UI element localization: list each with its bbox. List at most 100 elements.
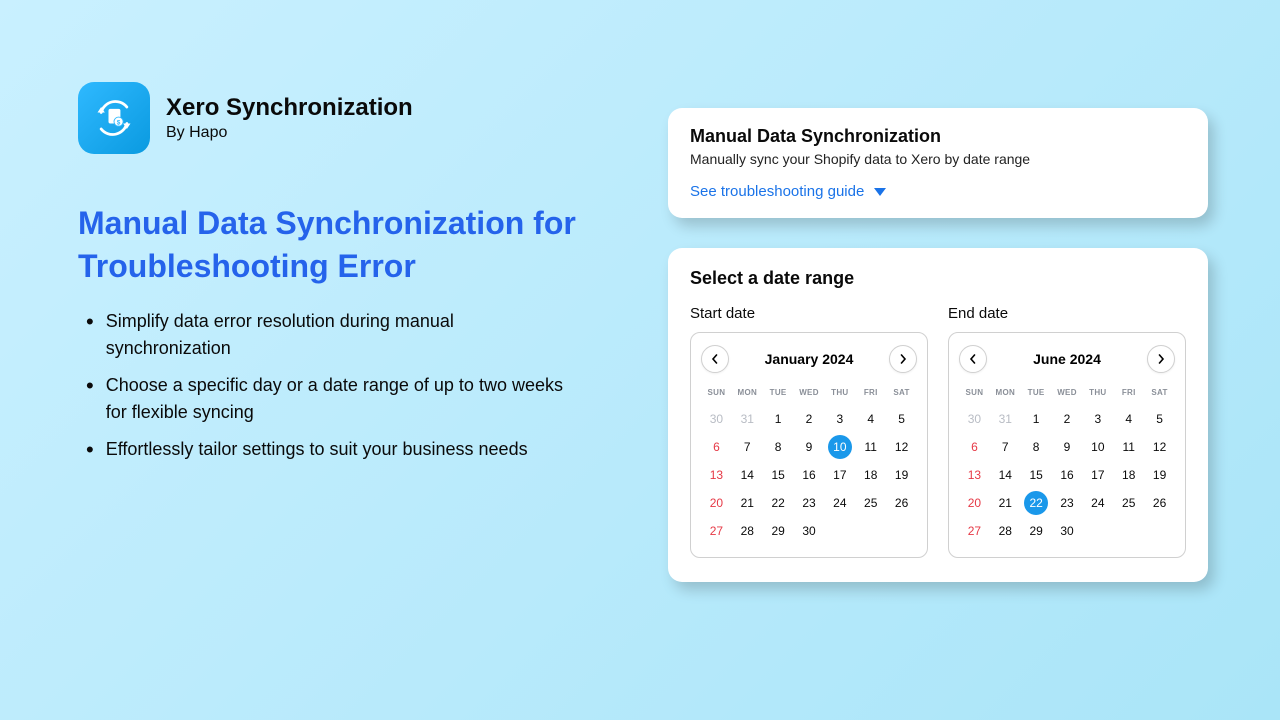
calendar-day[interactable]: 25 — [855, 489, 886, 517]
calendar-day[interactable]: 20 — [701, 489, 732, 517]
app-byline: By Hapo — [166, 124, 413, 142]
calendar-day[interactable]: 14 — [990, 461, 1021, 489]
chevron-right-icon — [898, 354, 908, 364]
feature-bullets: Simplify data error resolution during ma… — [78, 308, 578, 465]
end-date-label: End date — [948, 305, 1186, 322]
calendar-day[interactable]: 22 — [763, 489, 794, 517]
calendar-day[interactable]: 29 — [763, 517, 794, 545]
calendar-day[interactable]: 10 — [824, 433, 855, 461]
calendar-day[interactable]: 12 — [1144, 433, 1175, 461]
calendar-day[interactable]: 9 — [1052, 433, 1083, 461]
calendar-day[interactable]: 7 — [990, 433, 1021, 461]
calendar-day[interactable]: 20 — [959, 489, 990, 517]
chevron-right-icon — [1156, 354, 1166, 364]
calendar-day[interactable]: 9 — [794, 433, 825, 461]
panel-subtitle: Manually sync your Shopify data to Xero … — [690, 151, 1186, 167]
calendar-day[interactable]: 21 — [990, 489, 1021, 517]
calendar-day[interactable]: 15 — [763, 461, 794, 489]
calendar-day[interactable]: 10 — [1082, 433, 1113, 461]
weekday-header: MON — [732, 383, 763, 405]
sync-panel: Manual Data Synchronization Manually syn… — [668, 108, 1208, 218]
calendar-day[interactable]: 30 — [794, 517, 825, 545]
calendar-day[interactable]: 18 — [1113, 461, 1144, 489]
calendar-day[interactable]: 28 — [732, 517, 763, 545]
weekday-header: SAT — [886, 383, 917, 405]
calendar-day[interactable]: 23 — [1052, 489, 1083, 517]
next-month-button[interactable] — [889, 345, 917, 373]
calendar-day[interactable]: 24 — [824, 489, 855, 517]
calendar-day[interactable]: 18 — [855, 461, 886, 489]
prev-month-button[interactable] — [959, 345, 987, 373]
calendar-day[interactable]: 2 — [794, 405, 825, 433]
weekday-header: SUN — [701, 383, 732, 405]
bullet-text: Choose a specific day or a date range of… — [106, 372, 578, 426]
calendar-day[interactable]: 27 — [959, 517, 990, 545]
calendar-day[interactable]: 13 — [701, 461, 732, 489]
calendar-day[interactable]: 14 — [732, 461, 763, 489]
weekday-header: SUN — [959, 383, 990, 405]
weekday-header: MON — [990, 383, 1021, 405]
range-title: Select a date range — [690, 268, 1186, 289]
calendar-day[interactable]: 4 — [1113, 405, 1144, 433]
calendar-day[interactable]: 3 — [824, 405, 855, 433]
calendar-day[interactable]: 30 — [959, 405, 990, 433]
end-calendar: June 2024 SUNMONTUEWEDTHUFRISAT303112345… — [948, 332, 1186, 558]
calendar-day[interactable]: 8 — [1021, 433, 1052, 461]
prev-month-button[interactable] — [701, 345, 729, 373]
calendar-day[interactable]: 17 — [824, 461, 855, 489]
calendar-day[interactable]: 2 — [1052, 405, 1083, 433]
chevron-left-icon — [968, 354, 978, 364]
calendar-day[interactable]: 23 — [794, 489, 825, 517]
calendar-day[interactable]: 1 — [1021, 405, 1052, 433]
weekday-header: THU — [824, 383, 855, 405]
calendar-day[interactable]: 17 — [1082, 461, 1113, 489]
calendar-day[interactable]: 25 — [1113, 489, 1144, 517]
caret-down-icon — [874, 188, 886, 196]
calendar-day[interactable]: 31 — [732, 405, 763, 433]
weekday-header: WED — [794, 383, 825, 405]
troubleshooting-link[interactable]: See troubleshooting guide — [690, 183, 1186, 200]
calendar-day[interactable]: 4 — [855, 405, 886, 433]
weekday-header: WED — [1052, 383, 1083, 405]
calendar-day[interactable]: 6 — [701, 433, 732, 461]
calendar-day[interactable]: 12 — [886, 433, 917, 461]
calendar-day[interactable]: 5 — [1144, 405, 1175, 433]
calendar-day[interactable]: 13 — [959, 461, 990, 489]
calendar-day[interactable]: 29 — [1021, 517, 1052, 545]
calendar-day[interactable]: 30 — [1052, 517, 1083, 545]
calendar-day[interactable]: 11 — [1113, 433, 1144, 461]
calendar-day[interactable]: 11 — [855, 433, 886, 461]
page-headline: Manual Data Synchronization for Troubles… — [78, 202, 578, 288]
calendar-day[interactable]: 16 — [1052, 461, 1083, 489]
calendar-day[interactable]: 24 — [1082, 489, 1113, 517]
weekday-header: TUE — [763, 383, 794, 405]
calendar-day[interactable]: 26 — [1144, 489, 1175, 517]
end-month-label: June 2024 — [1033, 351, 1101, 367]
next-month-button[interactable] — [1147, 345, 1175, 373]
calendar-day[interactable]: 21 — [732, 489, 763, 517]
date-range-panel: Select a date range Start date January 2… — [668, 248, 1208, 582]
calendar-day[interactable]: 16 — [794, 461, 825, 489]
calendar-day[interactable]: 30 — [701, 405, 732, 433]
weekday-header: FRI — [1113, 383, 1144, 405]
calendar-day[interactable]: 7 — [732, 433, 763, 461]
calendar-day[interactable]: 8 — [763, 433, 794, 461]
calendar-day[interactable]: 31 — [990, 405, 1021, 433]
calendar-day[interactable]: 19 — [1144, 461, 1175, 489]
app-title: Xero Synchronization — [166, 94, 413, 123]
start-month-label: January 2024 — [765, 351, 854, 367]
calendar-day[interactable]: 3 — [1082, 405, 1113, 433]
calendar-day[interactable]: 27 — [701, 517, 732, 545]
calendar-day[interactable]: 22 — [1021, 489, 1052, 517]
calendar-day[interactable]: 6 — [959, 433, 990, 461]
calendar-day[interactable]: 5 — [886, 405, 917, 433]
start-calendar: January 2024 SUNMONTUEWEDTHUFRISAT303112… — [690, 332, 928, 558]
calendar-day[interactable]: 1 — [763, 405, 794, 433]
calendar-day[interactable]: 15 — [1021, 461, 1052, 489]
weekday-header: TUE — [1021, 383, 1052, 405]
chevron-left-icon — [710, 354, 720, 364]
calendar-day[interactable]: 28 — [990, 517, 1021, 545]
calendar-day[interactable]: 19 — [886, 461, 917, 489]
bullet-text: Simplify data error resolution during ma… — [106, 308, 578, 362]
calendar-day[interactable]: 26 — [886, 489, 917, 517]
